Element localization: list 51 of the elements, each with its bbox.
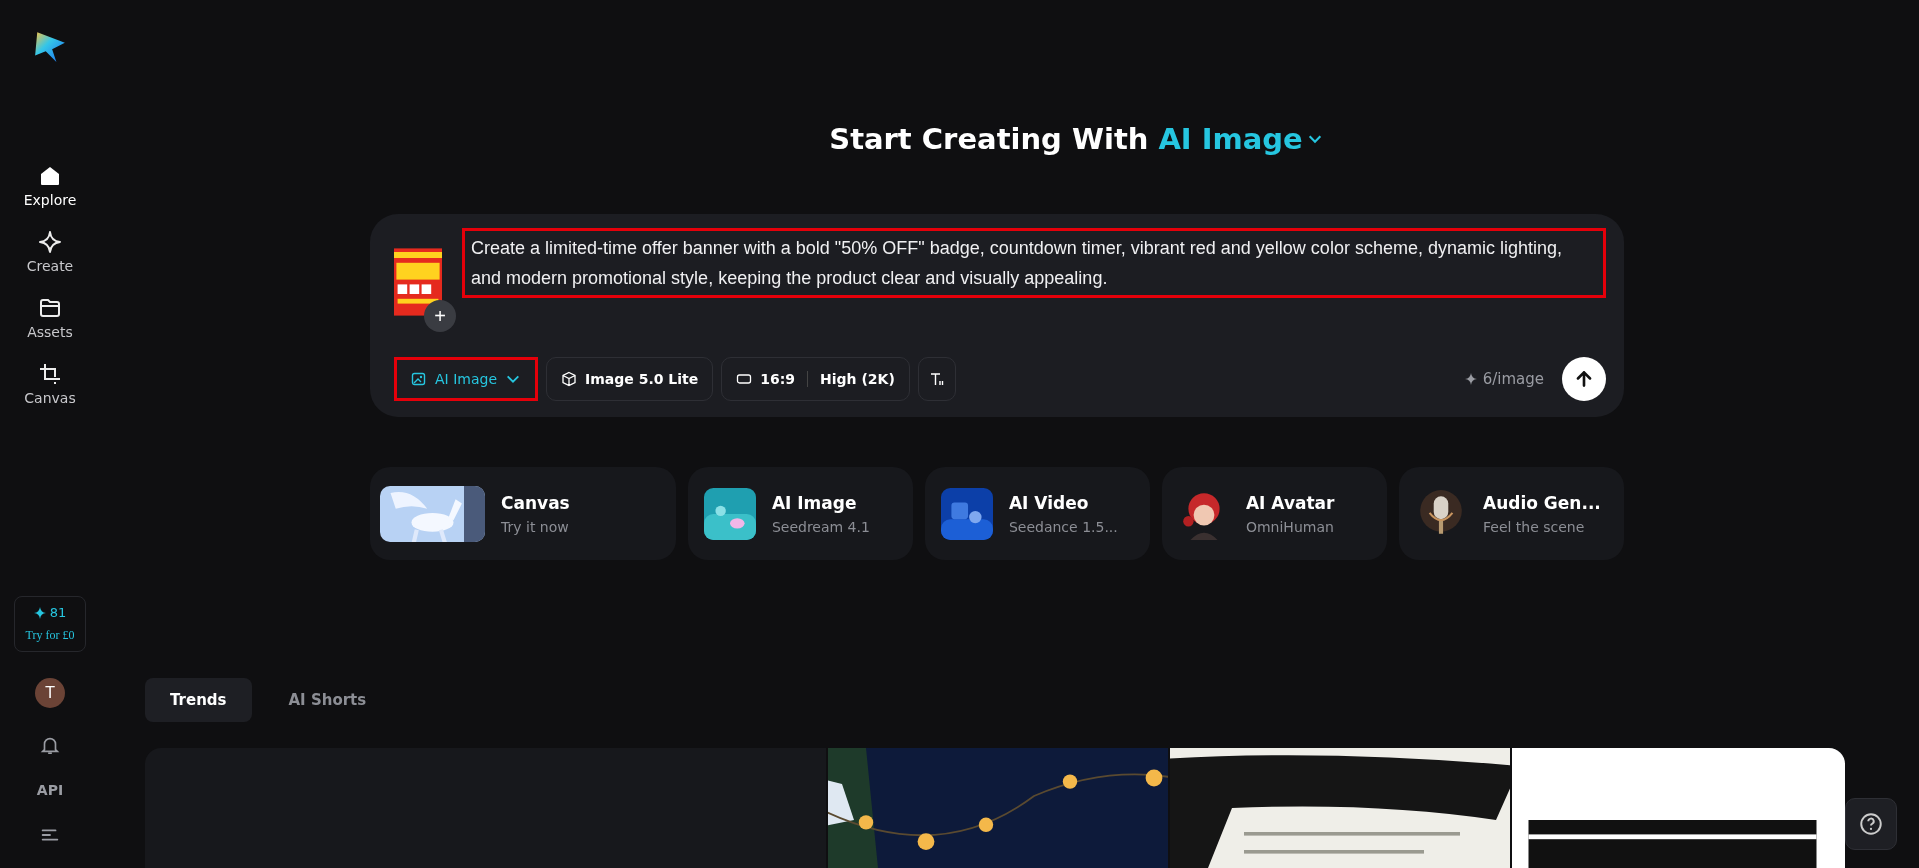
shortcut-title: AI Video: [1008, 492, 1090, 513]
nav-item[interactable]: Assets: [27, 296, 73, 340]
shortcut-subtitle: OmniHuman: [1245, 518, 1335, 535]
prompt-field[interactable]: Create a limited-time offer banner with a bold "50% OFF" badge, countdown timer, vibrant red and yellow color scheme, dynamic lighting, and modern promotional style, keeping the product clear and visually appealing.: [462, 228, 1606, 298]
credit-count: 81: [49, 605, 67, 620]
help-button[interactable]: [1845, 798, 1897, 850]
mode-selector[interactable]: AI Image: [1158, 122, 1323, 156]
shortcut-title: Audio Gen...: [1483, 492, 1601, 513]
home-icon: [38, 164, 62, 188]
logo-icon[interactable]: [33, 30, 67, 64]
shortcut-card[interactable]: Canvas Try it now: [370, 467, 676, 560]
page-heading: Start Creating With: [829, 122, 1149, 156]
cost-label: 6/image: [1482, 370, 1544, 388]
nav-item[interactable]: Canvas: [24, 362, 76, 406]
mode-dropdown[interactable]: AI Image: [394, 357, 538, 401]
rectangle-icon: [736, 371, 753, 387]
image-icon: [411, 371, 427, 387]
avatar[interactable]: T: [35, 678, 65, 708]
crop-icon: [38, 362, 62, 386]
feed-tab[interactable]: AI Shorts: [263, 678, 392, 722]
ratio-dropdown[interactable]: 16:9 High (2K): [721, 357, 910, 401]
shortcut-subtitle: Seedream 4.1: [771, 518, 870, 535]
text-style-button[interactable]: [917, 357, 956, 401]
sparkle-icon: [33, 606, 46, 619]
api-link[interactable]: API: [36, 782, 64, 798]
nav-item[interactable]: Create: [26, 230, 74, 274]
help-icon: [1858, 811, 1884, 837]
shortcut-title: AI Avatar: [1245, 492, 1335, 513]
shortcut-subtitle: Try it now: [501, 518, 570, 535]
text-icon: [928, 371, 945, 387]
shortcut-card[interactable]: AI Image Seedream 4.1: [687, 467, 913, 560]
folder-icon: [38, 296, 62, 320]
model-dropdown[interactable]: Image 5.0 Lite: [546, 357, 714, 401]
cube-icon: [561, 371, 577, 387]
shortcut-card[interactable]: AI Video Seedance 1.5...: [924, 467, 1150, 560]
shortcut-card[interactable]: Audio Gen... Feel the scene: [1399, 467, 1624, 560]
trial-offer: Try for £0: [25, 628, 75, 643]
add-reference-button[interactable]: +: [424, 300, 456, 332]
aspect-ratio: 16:9: [760, 371, 796, 387]
shortcut-title: AI Image: [771, 492, 858, 513]
resolution: High (2K): [820, 371, 895, 387]
nav-item[interactable]: Explore: [23, 164, 77, 208]
send-button[interactable]: [1562, 357, 1606, 401]
shortcut-card[interactable]: AI Avatar OmniHuman: [1161, 467, 1387, 560]
feed-tab[interactable]: Trends: [145, 678, 252, 722]
shortcut-subtitle: Seedance 1.5...: [1008, 518, 1118, 535]
sparkle-icon: [1464, 373, 1477, 385]
sparkle-icon: [38, 230, 62, 254]
shortcut-subtitle: Feel the scene: [1483, 518, 1586, 535]
shortcut-title: Canvas: [501, 492, 570, 513]
credits-panel[interactable]: 81 Try for £0: [14, 596, 86, 652]
